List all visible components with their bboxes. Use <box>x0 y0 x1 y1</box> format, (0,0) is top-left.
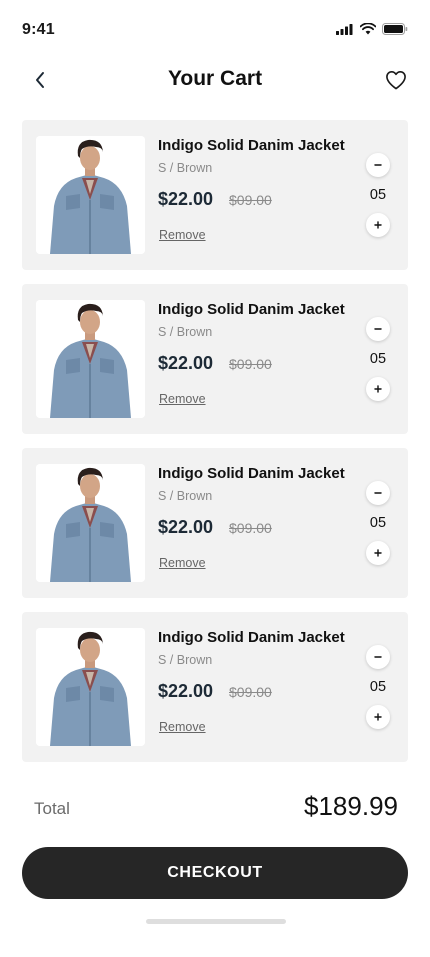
product-variant: S / Brown <box>158 653 213 667</box>
plus-icon <box>374 221 382 229</box>
plus-icon <box>374 549 382 557</box>
status-time: 9:41 <box>22 21 55 38</box>
remove-button[interactable]: Remove <box>159 392 206 406</box>
checkout-button[interactable]: CHECKOUT <box>22 847 408 899</box>
increase-quantity-button[interactable] <box>366 377 390 401</box>
plus-icon <box>374 385 382 393</box>
total-row: Total $189.99 <box>0 786 430 830</box>
product-old-price: $09.00 <box>229 192 272 208</box>
product-variant: S / Brown <box>158 325 213 339</box>
product-name[interactable]: Indigo Solid Danim Jacket <box>158 137 345 154</box>
plus-icon <box>374 713 382 721</box>
product-old-price: $09.00 <box>229 356 272 372</box>
nav-header: Your Cart <box>0 56 430 104</box>
product-name[interactable]: Indigo Solid Danim Jacket <box>158 465 345 482</box>
quantity-value: 05 <box>369 515 387 531</box>
quantity-value: 05 <box>369 679 387 695</box>
decrease-quantity-button[interactable] <box>366 317 390 341</box>
product-variant: S / Brown <box>158 489 213 503</box>
minus-icon <box>374 164 382 166</box>
decrease-quantity-button[interactable] <box>366 645 390 669</box>
decrease-quantity-button[interactable] <box>366 481 390 505</box>
cellular-signal-icon <box>336 23 353 35</box>
minus-icon <box>374 656 382 658</box>
remove-button[interactable]: Remove <box>159 556 206 570</box>
increase-quantity-button[interactable] <box>366 213 390 237</box>
product-variant: S / Brown <box>158 161 213 175</box>
status-bar: 9:41 <box>0 0 430 56</box>
product-name[interactable]: Indigo Solid Danim Jacket <box>158 301 345 318</box>
cart-item: Indigo Solid Danim Jacket S / Brown $22.… <box>22 284 408 434</box>
product-image[interactable] <box>36 300 145 418</box>
status-icons <box>336 23 408 35</box>
minus-icon <box>374 492 382 494</box>
product-image[interactable] <box>36 628 145 746</box>
battery-icon <box>382 23 408 35</box>
wifi-icon <box>360 23 376 35</box>
remove-button[interactable]: Remove <box>159 228 206 242</box>
total-value: $189.99 <box>304 791 398 821</box>
product-image[interactable] <box>36 464 145 582</box>
home-indicator <box>146 919 286 924</box>
total-label: Total <box>34 799 70 818</box>
wishlist-button[interactable] <box>382 66 410 94</box>
page-title: Your Cart <box>167 67 263 90</box>
product-name[interactable]: Indigo Solid Danim Jacket <box>158 629 345 646</box>
product-old-price: $09.00 <box>229 684 272 700</box>
quantity-value: 05 <box>369 351 387 367</box>
product-price: $22.00 <box>158 681 214 701</box>
product-image[interactable] <box>36 136 145 254</box>
cart-item: Indigo Solid Danim Jacket S / Brown $22.… <box>22 612 408 762</box>
increase-quantity-button[interactable] <box>366 705 390 729</box>
product-price: $22.00 <box>158 189 214 209</box>
cart-item: Indigo Solid Danim Jacket S / Brown $22.… <box>22 120 408 270</box>
cart-list: Indigo Solid Danim Jacket S / Brown $22.… <box>22 120 408 776</box>
remove-button[interactable]: Remove <box>159 720 206 734</box>
product-price: $22.00 <box>158 517 214 537</box>
decrease-quantity-button[interactable] <box>366 153 390 177</box>
quantity-value: 05 <box>369 187 387 203</box>
heart-icon <box>386 71 406 90</box>
minus-icon <box>374 328 382 330</box>
increase-quantity-button[interactable] <box>366 541 390 565</box>
cart-item: Indigo Solid Danim Jacket S / Brown $22.… <box>22 448 408 598</box>
product-old-price: $09.00 <box>229 520 272 536</box>
product-price: $22.00 <box>158 353 214 373</box>
